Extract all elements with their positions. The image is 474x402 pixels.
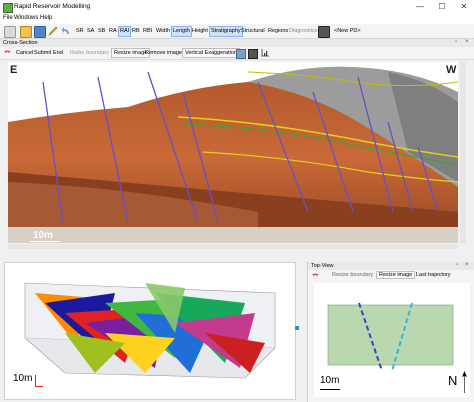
camera-icon[interactable] <box>318 26 330 38</box>
scale-bar <box>320 389 340 390</box>
submit-button[interactable]: Submit <box>34 49 51 57</box>
open-folder-icon[interactable] <box>20 26 32 38</box>
app-icon <box>3 3 13 13</box>
maximize-button[interactable]: ☐ <box>434 0 450 14</box>
tool-sa[interactable]: SA <box>86 27 95 35</box>
tool-ra[interactable]: RA <box>108 27 118 35</box>
3d-model <box>24 282 276 379</box>
cross-section-toolbar: ◂•▸ Cancel Submit End Reibe boundary Res… <box>0 47 474 60</box>
menu-windows[interactable]: Windows <box>14 15 38 21</box>
remove-image-button[interactable]: Remove image <box>145 49 182 57</box>
tool-stratigraphy[interactable]: Stratigraphy <box>209 26 243 37</box>
top-view-panel: Top-View ▫ × ◂•▸ Resize boundary Resize … <box>307 262 474 402</box>
top-view-toolbar: ◂•▸ Resize boundary Resize image Last tr… <box>308 270 474 281</box>
menu-bar: File Windows Help <box>0 14 474 24</box>
north-label: N <box>448 373 458 388</box>
top-view-scale-label: 10m <box>320 375 340 386</box>
resize-boundary-button[interactable]: Reibe boundary <box>70 49 109 57</box>
top-view-title: Top-View <box>311 263 334 269</box>
vertical-exaggeration-button[interactable]: Vertical Exaggeration <box>182 48 240 58</box>
window-title: Rapid Reservoir Modelling <box>14 3 91 10</box>
close-button[interactable]: ✕ <box>456 0 472 14</box>
panel-splitter-handle[interactable] <box>295 326 299 330</box>
panel-close-icon[interactable]: × <box>465 39 469 45</box>
tool-length[interactable]: Length <box>171 26 192 37</box>
top-view-header: Top-View ▫ × <box>308 262 474 270</box>
resize-image-button[interactable]: Resize image <box>376 271 416 279</box>
menu-file[interactable]: File <box>3 15 13 21</box>
tool-rbi[interactable]: RBI <box>142 27 153 35</box>
tool-rai[interactable]: RAI <box>118 26 132 37</box>
minimize-button[interactable]: — <box>412 0 428 14</box>
menu-help[interactable]: Help <box>40 15 52 21</box>
cross-section-horizontal-scrollbar[interactable] <box>8 244 458 249</box>
tool-sb[interactable]: SB <box>97 27 106 35</box>
tool-rb[interactable]: RB <box>131 27 141 35</box>
panel-close-icon[interactable]: × <box>465 262 469 268</box>
3d-view-canvas[interactable]: 10m <box>4 262 296 400</box>
camera-icon[interactable] <box>248 49 258 59</box>
west-label: W <box>446 64 457 76</box>
resize-boundary-button[interactable]: Resize boundary <box>332 272 373 278</box>
new-file-icon[interactable] <box>4 26 16 38</box>
cross-section-scale-label: 10m <box>33 230 54 241</box>
tool-structural[interactable]: Structural <box>240 27 266 35</box>
cross-section-header: Cross-Section ▫ × <box>0 39 474 47</box>
scale-bar <box>30 241 60 242</box>
pencil-icon[interactable] <box>48 26 58 36</box>
end-button[interactable]: End <box>53 49 63 57</box>
panel-float-icon[interactable]: ▫ <box>455 39 457 45</box>
arrow-dots-icon: ◂•▸ <box>4 49 11 55</box>
north-arrow-icon <box>461 371 468 393</box>
last-trajectory-button[interactable]: Last trajectory <box>416 272 451 278</box>
axis-x-icon <box>35 386 43 387</box>
save-icon[interactable] <box>34 26 46 38</box>
cross-section-title: Cross-Section <box>3 40 38 46</box>
tool-regions[interactable]: Regions <box>267 27 289 35</box>
east-label: E <box>10 64 18 76</box>
3d-scale-label: 10m <box>13 373 33 384</box>
top-view-canvas[interactable]: 10m N <box>314 283 470 397</box>
image-icon[interactable] <box>236 49 246 59</box>
cancel-button[interactable]: Cancel <box>16 49 33 57</box>
tool-diagnostics[interactable]: Diagnostics <box>288 27 318 35</box>
main-toolbar: SR SA SB RA RAI RB RBI Width Length Heig… <box>0 24 474 39</box>
cross-section-canvas[interactable]: E W 10m <box>8 62 458 243</box>
chart-icon[interactable] <box>261 49 269 57</box>
outcrop-image <box>8 62 458 243</box>
tool-height[interactable]: Height <box>191 27 209 35</box>
undo-icon[interactable] <box>61 26 71 36</box>
tool-width[interactable]: Width <box>155 27 171 35</box>
panel-float-icon[interactable]: ▫ <box>456 262 458 268</box>
title-bar: Rapid Reservoir Modelling — ☐ ✕ <box>0 0 474 15</box>
cross-section-vertical-scrollbar[interactable] <box>460 62 466 243</box>
arrow-dots-icon: ◂•▸ <box>312 272 319 278</box>
tool-sr[interactable]: SR <box>75 27 85 35</box>
new-pd-button[interactable]: <New PD> <box>333 27 362 35</box>
